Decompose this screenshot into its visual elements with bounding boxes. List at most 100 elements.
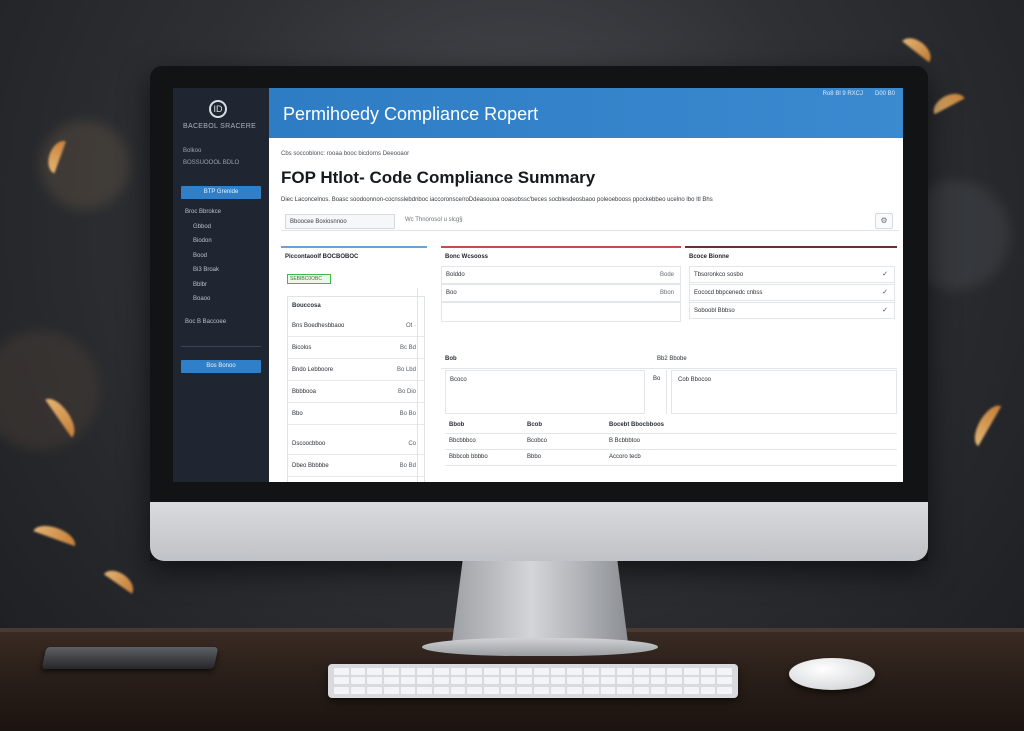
sidebar-primary-button[interactable]: BTP Grenide — [181, 186, 261, 199]
table-header: Bbob Bcob Bocebt Bbocbboos — [445, 418, 897, 434]
leaf-decoration — [103, 565, 139, 594]
header-status[interactable]: Ro8 Bl 9 RXCJ — [823, 91, 863, 97]
sidebar-label: Bolkoo — [183, 148, 202, 154]
sidebar-item[interactable]: Bblbr — [193, 282, 207, 288]
table-cell: Bcobco — [527, 438, 548, 444]
smartphone — [41, 647, 219, 669]
list-item[interactable]: Bns Boedhesbbaoo Ot · — [288, 315, 424, 337]
item-label: Bns Boedhesbbaoo — [292, 323, 345, 329]
leaf-decoration — [33, 520, 79, 547]
sidebar: ID BACEBOL SRACERE Bolkoo BOSSUOOOL BDLO… — [173, 88, 269, 482]
page-description: Diec Laconcelnos. Boasc soodoonnon-cocns… — [281, 197, 713, 203]
mini-label: Bo — [651, 370, 667, 414]
section-label: Bob — [445, 356, 457, 362]
app-title: Permihoedy Compliance Ropert — [283, 104, 539, 124]
list-item[interactable]: Bndo Lebboore Bo Lbd — [288, 359, 424, 381]
leaf-decoration — [902, 32, 936, 63]
leaf-decoration — [968, 400, 1002, 447]
notes-box[interactable]: Bcoco — [445, 370, 645, 414]
sidebar-divider — [181, 346, 261, 347]
detail-row[interactable]: Bolddo Bode — [441, 266, 681, 284]
row-value: Bbon — [659, 290, 674, 296]
sidebar-label: BOSSUOOOL BDLO — [183, 160, 240, 166]
header-bar: Permihoedy Compliance Ropert Ro8 Bl 9 RX… — [269, 88, 903, 138]
filter-text: Wc Thnorosol u slcg§ — [405, 217, 463, 223]
table-row[interactable]: Bbcbbbco Bcobco B Bcbbbtoo — [445, 434, 897, 450]
item-label: Dscoocbboo — [292, 441, 326, 447]
list-title: Bouccosa — [292, 303, 321, 309]
detail-row[interactable]: Boo Bbon — [441, 284, 681, 302]
monitor-stand — [452, 561, 628, 643]
filter-select[interactable]: Bboocee Boxiosnnoo — [285, 214, 395, 229]
checklist-item[interactable]: Tbsoronkco sosbo ✓ — [689, 266, 895, 283]
panel-title: Bonc Wcsooss — [445, 254, 489, 260]
summary-panel: Piccontaoolf BOCBOBOC SEBIBC0OBC Bouccos… — [281, 246, 427, 482]
main-content: Cbs soccoblonc: rooaa booc bicdorns Deeo… — [269, 138, 903, 482]
box-label: Bcoco — [450, 377, 467, 383]
page-title: FOP Htlot- Code Compliance Summary — [281, 168, 596, 187]
check-icon: ✓ — [882, 307, 888, 314]
list-item[interactable]: Bicolos Bc Bd — [288, 337, 424, 359]
column-header[interactable]: Bcob — [527, 422, 542, 428]
panel-title: Bcoce Bionne — [689, 254, 730, 260]
list-item[interactable]: Dscoocbboo Co — [288, 433, 424, 455]
item-value: Bo Lbd — [396, 367, 416, 373]
list-item[interactable]: Bbo Bo Bo — [288, 403, 424, 425]
sidebar-item[interactable]: Boc B Baccoee — [185, 319, 226, 325]
list-item[interactable]: Bbbbooa Bo Dio — [288, 381, 424, 403]
scrollbar[interactable] — [417, 288, 418, 482]
column-header[interactable]: Bocebt Bbocbboos — [609, 422, 664, 428]
sidebar-item[interactable]: Bi3 Broak — [193, 267, 219, 273]
check-icon: ✓ — [882, 271, 888, 278]
item-label: Tbsoronkco sosbo — [694, 272, 744, 278]
row-label: Boo — [446, 290, 457, 296]
settings-icon[interactable]: ⚙ — [875, 213, 893, 229]
summary-list: Bouccosa Bns Boedhesbbaoo Ot · Bicolos Bc … — [287, 296, 425, 482]
checklist-panel: Bcoce Bionne Tbsoronkco sosbo ✓ Eococd bb… — [685, 246, 897, 326]
header-user[interactable]: D00 B0 — [875, 91, 895, 97]
detail-row[interactable] — [441, 302, 681, 322]
item-value: Ot · — [406, 323, 416, 329]
sidebar-secondary-button[interactable]: Bos Bonoo — [181, 360, 261, 373]
leaf-decoration — [929, 88, 965, 115]
sidebar-item[interactable]: Broc Bbrokce — [185, 209, 221, 215]
item-value: Bo Bo — [399, 411, 416, 417]
table-row[interactable]: Bbbcob bbbbo Bbbo Accoro tecb — [445, 450, 897, 466]
row-label: Bolddo — [446, 272, 465, 278]
section-label: Bb2 Bbobe — [657, 356, 687, 362]
check-icon: ✓ — [882, 289, 888, 296]
item-value: Bo Bd — [399, 463, 416, 469]
item-label: Dbeo Bbbbbe — [292, 463, 329, 469]
details-panel: Bonc Wcsooss Bolddo Bode Boo Bbon — [441, 246, 681, 326]
list-item[interactable]: Dbeo Bbbbbe Bo Bd — [288, 455, 424, 477]
item-label: Bicolos — [292, 345, 312, 351]
box-label: Cob Bbocoo — [678, 377, 712, 383]
bokeh-light — [0, 330, 100, 450]
monitor-chin — [150, 502, 928, 561]
table-cell: Bbcbbbco — [449, 438, 476, 444]
sidebar-item[interactable]: Biodon — [193, 238, 212, 244]
table-cell: Bbbcob bbbbo — [449, 454, 488, 460]
checklist-item[interactable]: Soboobl Bbbso ✓ — [689, 302, 895, 319]
filter-bar: Bboocee Boxiosnnoo Wc Thnorosol u slcg§ … — [281, 211, 899, 231]
item-value: Co — [408, 441, 416, 447]
sidebar-item[interactable]: Boaoo — [193, 296, 210, 302]
sidebar-item[interactable]: Gbbod — [193, 224, 211, 230]
keyboard — [328, 664, 738, 698]
checklist-item[interactable]: Eococd bbpcenedc cnbss ✓ — [689, 284, 895, 301]
app-logo-icon[interactable]: ID — [209, 100, 227, 118]
screen: ID BACEBOL SRACERE Bolkoo BOSSUOOOL BDLO… — [173, 88, 903, 482]
brand-name: BACEBOL SRACERE — [183, 123, 257, 130]
status-badge: SEBIBC0OBC — [287, 274, 331, 284]
table-cell: Bbbo — [527, 454, 542, 460]
item-label: Bbbbooa — [292, 389, 317, 395]
table-cell: B Bcbbbtoo — [609, 438, 641, 444]
breadcrumb[interactable]: Cbs soccoblonc: rooaa booc bicdorns Deeo… — [281, 151, 409, 157]
section-header: Bob Bb2 Bbobe — [445, 352, 897, 368]
sidebar-item[interactable]: Bood — [193, 253, 207, 259]
panel-title: Piccontaoolf BOCBOBOC — [285, 254, 359, 260]
comments-box[interactable]: Cob Bbocoo — [671, 370, 897, 414]
item-value: Bo Dio — [397, 389, 416, 395]
item-label: Eococd bbpcenedc cnbss — [694, 290, 763, 296]
column-header[interactable]: Bbob — [449, 422, 464, 428]
